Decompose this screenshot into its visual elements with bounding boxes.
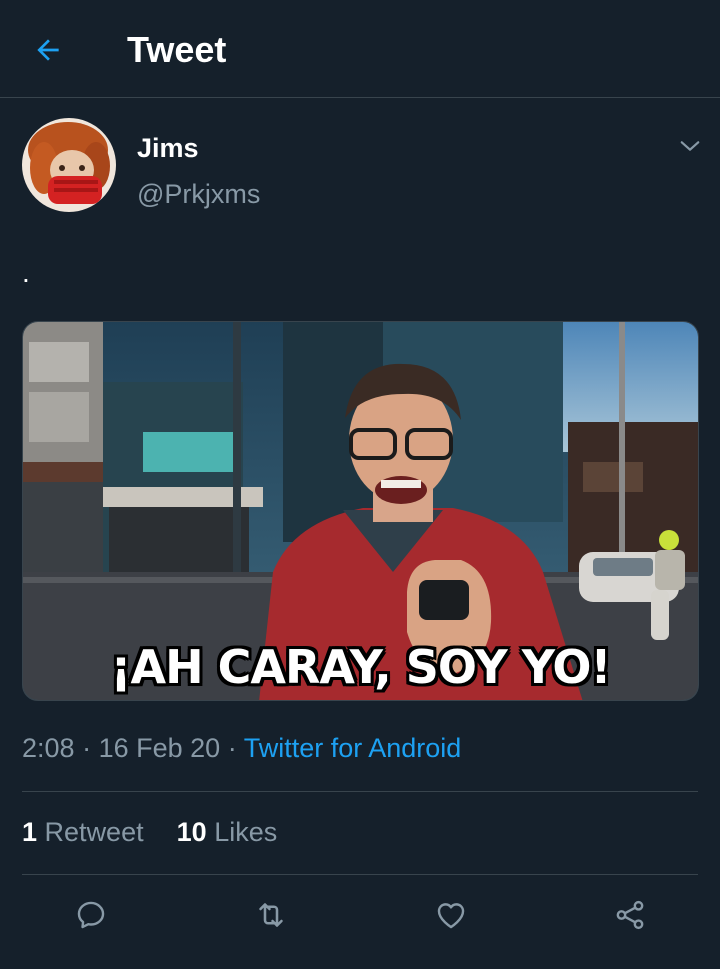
author-handle[interactable]: @Prkjxms — [137, 178, 260, 210]
share-icon — [616, 900, 644, 930]
avatar-image — [22, 118, 116, 212]
retweets-stat[interactable]: 1 Retweet — [22, 817, 144, 847]
reply-button[interactable] — [69, 893, 113, 937]
meta-separator: · — [227, 733, 237, 763]
tweet-source-link[interactable]: Twitter for Android — [244, 733, 462, 763]
likes-count: 10 — [176, 817, 207, 847]
tweet-text: . — [22, 257, 30, 288]
reply-icon — [77, 901, 105, 929]
retweet-icon — [259, 903, 283, 927]
media-caption: ¡AH CARAY, SOY YO! — [110, 640, 612, 694]
chevron-down-icon — [680, 141, 700, 151]
tweet-date: 16 Feb 20 — [98, 733, 221, 763]
page-title: Tweet — [127, 29, 227, 70]
divider — [22, 874, 698, 875]
arrow-left-icon — [37, 39, 59, 61]
action-bar — [0, 893, 720, 937]
share-button[interactable] — [608, 893, 652, 937]
retweets-label: Retweet — [44, 817, 144, 847]
avatar[interactable] — [22, 118, 116, 212]
tweet-meta: 2:08 · 16 Feb 20 · Twitter for Android — [22, 731, 461, 765]
divider — [22, 791, 698, 792]
back-button[interactable] — [28, 30, 68, 70]
meta-separator: · — [82, 733, 92, 763]
tweet-time: 2:08 — [22, 733, 75, 763]
likes-label: Likes — [214, 817, 278, 847]
author-name[interactable]: Jims — [137, 132, 199, 164]
top-bar: Tweet — [0, 0, 720, 98]
tweet-options-button[interactable] — [676, 132, 704, 160]
likes-stat[interactable]: 10 Likes — [177, 817, 278, 847]
like-icon — [437, 903, 465, 929]
retweet-button[interactable] — [249, 893, 293, 937]
retweets-count: 1 — [22, 817, 38, 847]
tweet-stats: 1 Retweet 10 Likes — [22, 815, 277, 849]
like-button[interactable] — [429, 893, 473, 937]
tweet-media[interactable]: ¡AH CARAY, SOY YO! — [22, 321, 699, 701]
